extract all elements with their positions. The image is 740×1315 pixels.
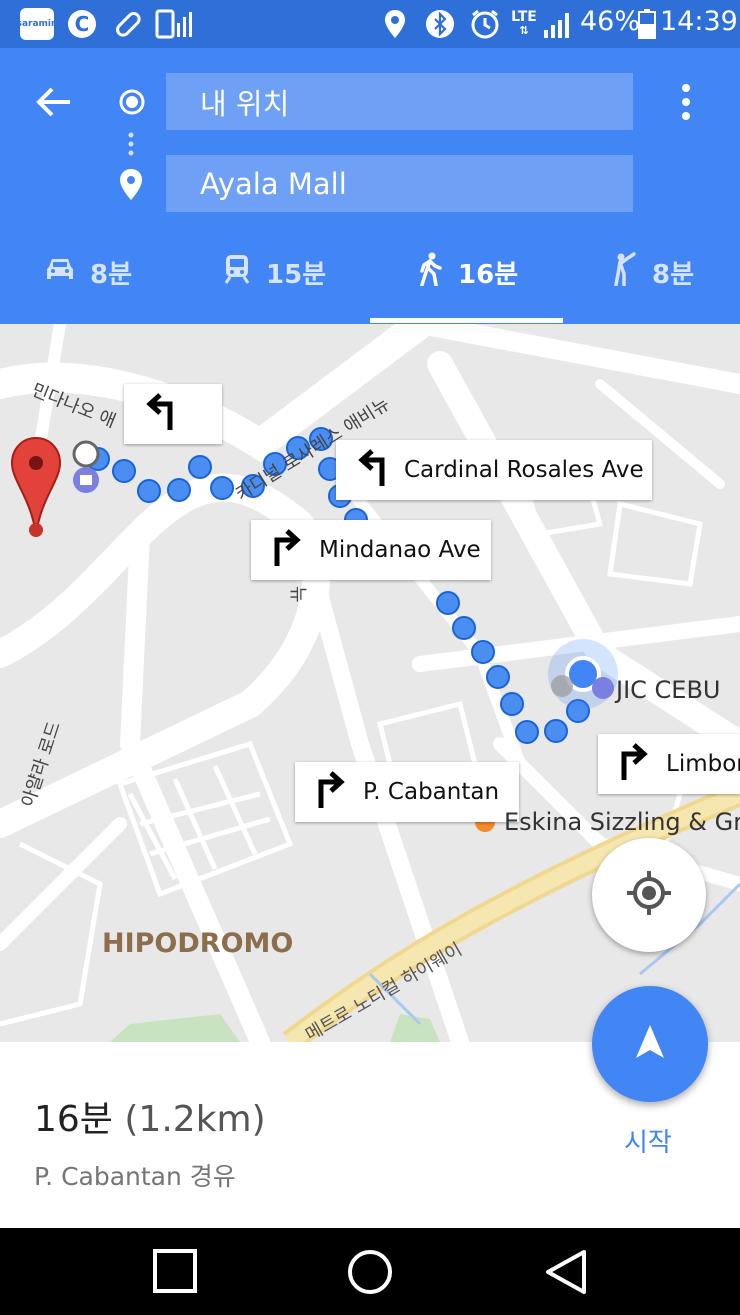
lte-icon: LTE ⇅: [511, 9, 537, 37]
battery-icon: [636, 8, 658, 40]
status-bar: saramin C LTE ⇅ 46% 14:39: [0, 0, 740, 48]
alarm-icon: [468, 8, 502, 40]
turn-right-icon: [269, 528, 319, 572]
more-options-icon[interactable]: [676, 82, 696, 122]
turn-right-icon: [616, 742, 666, 786]
phone-signal-icon: [154, 8, 194, 40]
tab-ride[interactable]: 8분: [610, 246, 694, 298]
saramin-icon: saramin: [17, 8, 57, 40]
destination-value: Ayala Mall: [200, 166, 347, 201]
clock: 14:39: [660, 6, 738, 37]
place-label-jic: JIC CEBU: [616, 676, 721, 704]
turn-callout-cabantan-label: P. Cabantan: [363, 779, 500, 805]
train-icon: [222, 253, 266, 292]
route-via: P. Cabantan 경유: [34, 1162, 236, 1191]
tab-transit[interactable]: 15분: [222, 246, 326, 298]
back-arrow-icon[interactable]: [34, 82, 74, 122]
tab-car[interactable]: 8분: [44, 246, 132, 298]
destination-field[interactable]: Ayala Mall: [166, 155, 633, 212]
turn-callout-mindanao-label: Mindanao Ave: [319, 537, 481, 563]
route-summary: 16분 (1.2km): [34, 1090, 266, 1142]
car-icon: [44, 255, 90, 290]
back-triangle-icon[interactable]: [544, 1248, 588, 1296]
crosshair-icon: [625, 869, 673, 921]
ride-hail-icon: [610, 251, 652, 293]
destination-pin-icon: [118, 168, 144, 202]
street-label-ave: 뉴: [287, 586, 308, 603]
tab-car-label: 8분: [90, 259, 133, 290]
destination-marker-icon[interactable]: [10, 436, 62, 540]
tab-ride-label: 8분: [652, 259, 695, 290]
turn-callout-1[interactable]: [124, 384, 222, 444]
tab-walk-label: 16분: [458, 259, 519, 290]
route-distance: (1.2km): [124, 1099, 266, 1140]
turn-callout-cabantan[interactable]: P. Cabantan: [295, 762, 519, 822]
c-app-icon: C: [64, 8, 100, 40]
turn-left-icon: [354, 448, 404, 492]
start-label[interactable]: 시작: [624, 1122, 672, 1159]
active-tab-indicator: [370, 318, 563, 323]
tab-walk[interactable]: 16분: [418, 246, 518, 298]
tab-transit-label: 15분: [266, 259, 327, 290]
route-dots-icon: [128, 132, 134, 156]
navigation-arrow-icon: [630, 1022, 670, 1066]
walk-icon: [418, 252, 458, 293]
system-nav-bar: [0, 1228, 740, 1315]
signal-icon: [542, 8, 574, 40]
location-icon: [380, 8, 410, 40]
route-duration: 16분: [34, 1099, 113, 1140]
turn-callout-cardinal-label: Cardinal Rosales Ave: [404, 457, 644, 483]
turn-callout-mindanao[interactable]: Mindanao Ave: [251, 520, 491, 580]
battery-percent: 46%: [580, 6, 641, 37]
turn-callout-limbor-label: Limbor: [666, 751, 740, 777]
home-circle-icon[interactable]: [346, 1248, 394, 1296]
origin-dot-icon: [118, 88, 146, 116]
bluetooth-icon: [424, 8, 456, 40]
start-navigation-button[interactable]: [592, 986, 708, 1102]
recents-square-icon[interactable]: [152, 1248, 198, 1294]
pill-icon: [110, 8, 146, 40]
place-label-eskina: Eskina Sizzling & Gri: [504, 808, 740, 836]
directions-header: 내 위치 Ayala Mall 8분 15분 16분 8분: [0, 48, 740, 324]
my-location-button[interactable]: [592, 838, 706, 952]
origin-value: 내 위치: [200, 86, 290, 121]
turn-callout-cardinal-rosales[interactable]: Cardinal Rosales Ave: [336, 440, 652, 500]
turn-right-icon: [313, 770, 363, 814]
turn-callout-limbor[interactable]: Limbor: [598, 734, 740, 794]
turn-left-icon: [142, 392, 192, 436]
area-label-hipodromo: HIPODROMO: [102, 928, 294, 959]
origin-field[interactable]: 내 위치: [166, 73, 633, 130]
svg-text:C: C: [75, 12, 90, 36]
